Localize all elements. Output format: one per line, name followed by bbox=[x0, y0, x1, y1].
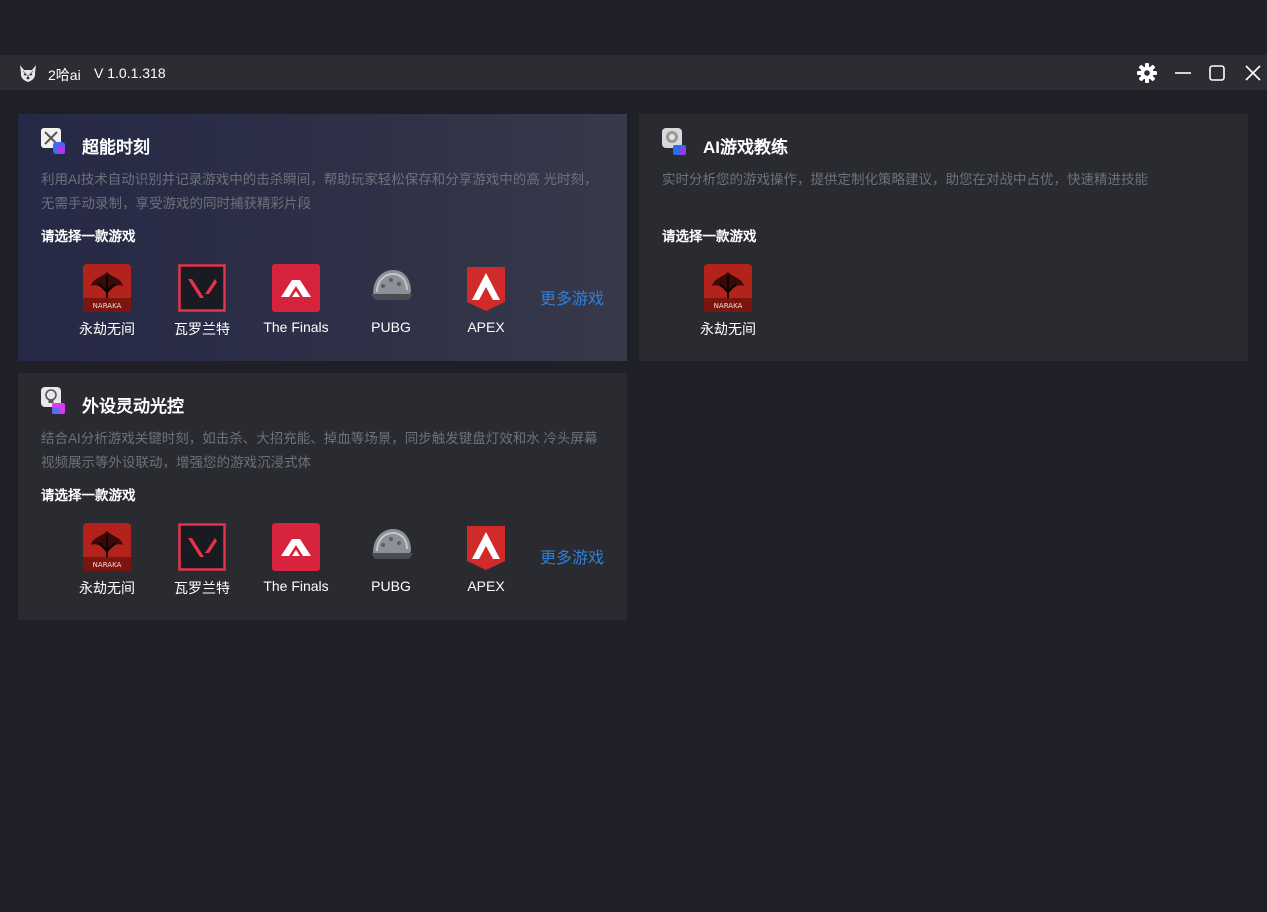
game-label: PUBG bbox=[371, 578, 411, 594]
maximize-icon[interactable] bbox=[1206, 62, 1228, 84]
pubg-helmet-icon bbox=[371, 529, 413, 559]
close-icon[interactable] bbox=[1242, 62, 1264, 84]
app-name: 2哈ai bbox=[48, 67, 81, 83]
valorant-icon bbox=[178, 523, 226, 571]
game-label: 永劫无间 bbox=[79, 321, 135, 337]
game-label: 永劫无间 bbox=[79, 580, 135, 596]
game-label: The Finals bbox=[263, 578, 329, 594]
game-item-valorant[interactable]: 瓦罗兰特 bbox=[155, 521, 245, 601]
game-item-valorant[interactable]: 瓦罗兰特 bbox=[155, 262, 245, 342]
card-peripheral-lighting[interactable]: 外设灵动光控 结合AI分析游戏关键时刻，如击杀、大招充能、掉血等场景，同步触发键… bbox=[18, 373, 627, 620]
game-item-naraka[interactable]: NARAKA 永劫无间 bbox=[60, 262, 150, 342]
game-item-pubg[interactable]: PUBG bbox=[344, 262, 434, 342]
apex-icon bbox=[467, 526, 505, 570]
game-label: APEX bbox=[467, 319, 505, 335]
naraka-icon: NARAKA bbox=[704, 264, 752, 312]
card-ai-coach[interactable]: AI游戏教练 实时分析您的游戏操作，提供定制化策略建议，助您在对战中占优，快速精… bbox=[639, 114, 1248, 361]
card-highlight-moments[interactable]: 超能时刻 利用AI技术自动识别并记录游戏中的击杀瞬间，帮助玩家轻松保存和分享游戏… bbox=[18, 114, 627, 361]
game-label: 瓦罗兰特 bbox=[174, 321, 230, 337]
card-description: 实时分析您的游戏操作，提供定制化策略建议，助您在对战中占优，快速精进技能 bbox=[662, 172, 1148, 187]
card-title: 外设灵动光控 bbox=[82, 397, 184, 416]
the-finals-icon bbox=[272, 264, 320, 312]
select-game-prompt: 请选择一款游戏 bbox=[41, 488, 136, 503]
title-bar[interactable]: 2哈ai V 1.0.1.318 bbox=[0, 55, 1267, 90]
game-label: 永劫无间 bbox=[700, 321, 756, 337]
game-item-naraka[interactable]: NARAKA 永劫无间 bbox=[60, 521, 150, 601]
light-bulb-icon bbox=[41, 387, 65, 414]
game-item-pubg[interactable]: PUBG bbox=[344, 521, 434, 601]
select-game-prompt: 请选择一款游戏 bbox=[41, 229, 136, 244]
game-item-the-finals[interactable]: The Finals bbox=[249, 521, 339, 601]
husky-logo-icon bbox=[20, 65, 36, 82]
card-description: 利用AI技术自动识别并记录游戏中的击杀瞬间，帮助玩家轻松保存和分享游戏中的高 光… bbox=[41, 172, 598, 211]
game-label: 瓦罗兰特 bbox=[174, 580, 230, 596]
game-label: PUBG bbox=[371, 319, 411, 335]
gear-icon[interactable] bbox=[1136, 62, 1158, 84]
svg-text:NARAKA: NARAKA bbox=[714, 302, 743, 310]
select-game-prompt: 请选择一款游戏 bbox=[662, 229, 757, 244]
game-item-naraka[interactable]: NARAKA 永劫无间 bbox=[681, 262, 771, 342]
game-item-apex[interactable]: APEX bbox=[439, 521, 529, 601]
crossed-swords-icon bbox=[41, 128, 65, 154]
more-games-link[interactable]: 更多游戏 bbox=[540, 285, 604, 309]
more-games-link[interactable]: 更多游戏 bbox=[540, 544, 604, 568]
coach-robot-icon bbox=[662, 128, 686, 155]
game-label: The Finals bbox=[263, 319, 329, 335]
card-title: AI游戏教练 bbox=[703, 138, 788, 157]
card-title: 超能时刻 bbox=[82, 138, 150, 157]
naraka-icon: NARAKA bbox=[83, 523, 131, 571]
svg-text:NARAKA: NARAKA bbox=[93, 561, 122, 569]
svg-text:NARAKA: NARAKA bbox=[93, 302, 122, 310]
valorant-icon bbox=[178, 264, 226, 312]
minimize-icon[interactable] bbox=[1172, 62, 1194, 84]
pubg-helmet-icon bbox=[371, 270, 413, 300]
naraka-icon: NARAKA bbox=[83, 264, 131, 312]
apex-icon bbox=[467, 267, 505, 311]
app-version: V 1.0.1.318 bbox=[94, 65, 166, 81]
game-item-the-finals[interactable]: The Finals bbox=[249, 262, 339, 342]
game-item-apex[interactable]: APEX bbox=[439, 262, 529, 342]
the-finals-icon bbox=[272, 523, 320, 571]
game-label: APEX bbox=[467, 578, 505, 594]
window-top-gap bbox=[0, 0, 1267, 55]
card-description: 结合AI分析游戏关键时刻，如击杀、大招充能、掉血等场景，同步触发键盘灯效和水 冷… bbox=[41, 431, 598, 470]
